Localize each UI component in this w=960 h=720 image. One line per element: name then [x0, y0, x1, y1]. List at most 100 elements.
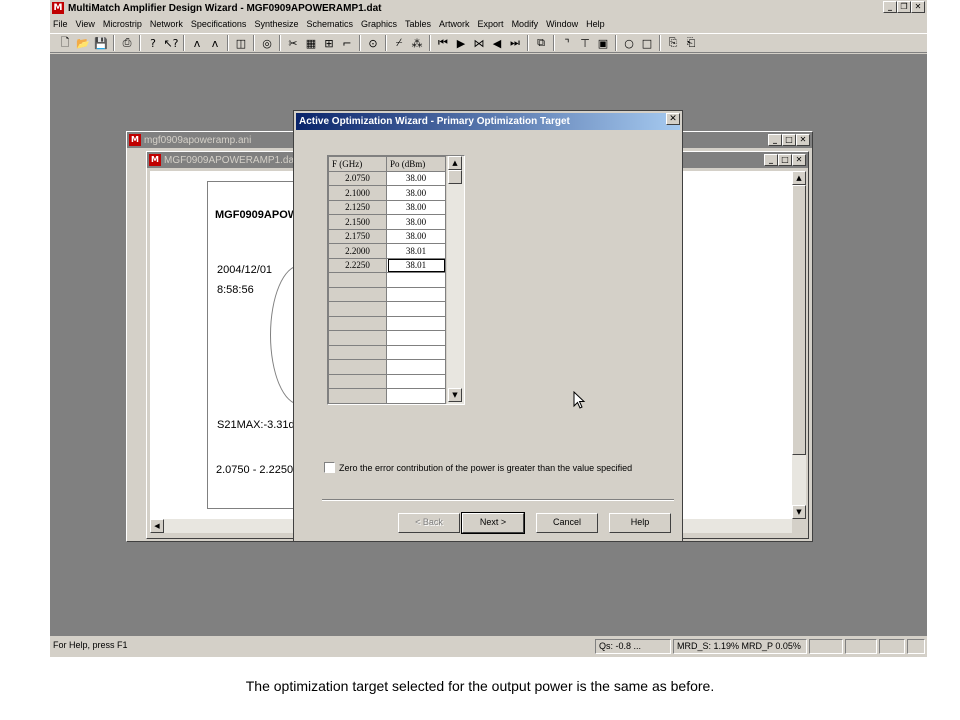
menu-schematics[interactable]: Schematics: [306, 19, 353, 29]
last-icon[interactable]: ⏭: [506, 35, 524, 51]
scroll-up-icon[interactable]: ▲: [792, 171, 806, 185]
power-cell[interactable]: 38.00: [386, 170, 446, 186]
power-cell[interactable]: [386, 301, 446, 317]
power-cell[interactable]: [386, 373, 446, 389]
export2-icon[interactable]: ⎗: [682, 35, 700, 51]
print-icon[interactable]: ⎙: [118, 35, 136, 51]
resize-grip-icon[interactable]: [907, 639, 925, 654]
menu-artwork[interactable]: Artwork: [439, 19, 470, 29]
power-cell-selected[interactable]: 38.01: [386, 257, 446, 273]
tool-scissors-icon[interactable]: ✂: [284, 35, 302, 51]
circle-icon[interactable]: ○: [620, 35, 638, 51]
tool-bend-icon[interactable]: ⌝: [558, 35, 576, 51]
menu-window[interactable]: Window: [546, 19, 578, 29]
back-button[interactable]: < Back: [398, 513, 460, 533]
scroll-thumb[interactable]: [448, 170, 462, 184]
tool-steps-icon[interactable]: ⌐: [338, 35, 356, 51]
scroll-left-icon[interactable]: ◀: [150, 519, 164, 533]
scroll-down-icon[interactable]: ▼: [448, 388, 462, 402]
column-header-frequency: F (GHz): [328, 156, 387, 172]
first-icon[interactable]: ⏮: [434, 35, 452, 51]
menu-graphics[interactable]: Graphics: [361, 19, 397, 29]
scroll-up-icon[interactable]: ▲: [448, 156, 462, 170]
tool-tee-icon[interactable]: ⊤: [576, 35, 594, 51]
menu-file[interactable]: File: [53, 19, 68, 29]
help-button[interactable]: Help: [609, 513, 671, 533]
slide-caption: The optimization target selected for the…: [245, 678, 715, 694]
close-button[interactable]: ✕: [911, 1, 925, 13]
help-icon[interactable]: ?: [144, 35, 162, 51]
menu-tables[interactable]: Tables: [405, 19, 431, 29]
mdi-title-ani: mgf0909apoweramp.ani: [144, 134, 252, 146]
close-button[interactable]: ✕: [796, 134, 810, 146]
cancel-button[interactable]: Cancel: [536, 513, 598, 533]
minimize-button[interactable]: _: [764, 154, 778, 166]
maximize-button[interactable]: □: [778, 154, 792, 166]
tool-target-icon[interactable]: ⊙: [364, 35, 382, 51]
zero-error-label: Zero the error contribution of the power…: [339, 462, 633, 473]
tool-net-icon[interactable]: ⁂: [408, 35, 426, 51]
power-cell[interactable]: 38.00: [386, 214, 446, 230]
tool-d-icon[interactable]: ◫: [232, 35, 250, 51]
scroll-thumb[interactable]: [792, 185, 806, 455]
bowtie-icon[interactable]: ⋈: [470, 35, 488, 51]
menu-help[interactable]: Help: [586, 19, 605, 29]
menu-specifications[interactable]: Specifications: [191, 19, 247, 29]
mdi-title-dat: MGF0909APOWERAMP1.dat: [164, 154, 297, 166]
tool-tree-icon[interactable]: ⊞: [320, 35, 338, 51]
zero-error-option[interactable]: Zero the error contribution of the power…: [324, 462, 632, 473]
power-cell[interactable]: [386, 272, 446, 288]
open-icon[interactable]: 📂: [74, 35, 92, 51]
power-cell[interactable]: [386, 359, 446, 375]
square-icon[interactable]: □: [638, 35, 656, 51]
tool-a1-icon[interactable]: ᴧ: [188, 35, 206, 51]
tool-probe-icon[interactable]: ⌿: [390, 35, 408, 51]
menu-network[interactable]: Network: [150, 19, 183, 29]
power-cell[interactable]: 38.00: [386, 185, 446, 201]
dialog-close-button[interactable]: ✕: [666, 113, 680, 125]
new-icon[interactable]: 🗋: [56, 35, 74, 51]
scroll-down-icon[interactable]: ▼: [792, 505, 806, 519]
prev-icon[interactable]: ◀: [488, 35, 506, 51]
tool-a2-icon[interactable]: ᴧ: [206, 35, 224, 51]
power-cell[interactable]: [386, 286, 446, 302]
export1-icon[interactable]: ⎘: [664, 35, 682, 51]
dialog-title-bar[interactable]: Active Optimization Wizard - Primary Opt…: [296, 113, 680, 130]
minimize-button[interactable]: _: [768, 134, 782, 146]
tool-circle-icon[interactable]: ◎: [258, 35, 276, 51]
grid-scrollbar[interactable]: ▲ ▼: [446, 156, 464, 404]
menu-microstrip[interactable]: Microstrip: [103, 19, 142, 29]
power-cell[interactable]: [386, 344, 446, 360]
power-cell[interactable]: 38.00: [386, 199, 446, 215]
optimization-target-grid[interactable]: F (GHz) Po (dBm) 2.0750 38.00 2.1000 38.00…: [327, 155, 465, 405]
frequency-cell: 2.1250: [328, 199, 387, 215]
vertical-scrollbar[interactable]: ▲ ▼: [792, 171, 806, 519]
power-cell[interactable]: [386, 330, 446, 346]
next-button[interactable]: Next >: [461, 512, 525, 534]
table-row: [328, 301, 446, 317]
frequency-cell: 2.1500: [328, 214, 387, 230]
power-cell[interactable]: [386, 388, 446, 404]
play-icon[interactable]: ▶: [452, 35, 470, 51]
menu-synthesize[interactable]: Synthesize: [254, 19, 298, 29]
tool-grid-icon[interactable]: ▦: [302, 35, 320, 51]
table-row: [328, 286, 446, 302]
tool-box-icon[interactable]: ▣: [594, 35, 612, 51]
table-header-row: F (GHz) Po (dBm): [328, 156, 446, 172]
power-cell[interactable]: 38.01: [386, 243, 446, 259]
menu-export[interactable]: Export: [478, 19, 504, 29]
save-icon[interactable]: 💾: [92, 35, 110, 51]
minimize-button[interactable]: _: [883, 1, 897, 13]
restore-button[interactable]: ❐: [897, 1, 911, 13]
menu-view[interactable]: View: [76, 19, 95, 29]
maximize-button[interactable]: □: [782, 134, 796, 146]
menu-modify[interactable]: Modify: [512, 19, 539, 29]
context-help-icon[interactable]: ↖?: [162, 35, 180, 51]
close-button[interactable]: ✕: [792, 154, 806, 166]
status-panel-empty: [845, 639, 877, 654]
zero-error-checkbox[interactable]: [324, 462, 335, 473]
power-cell[interactable]: 38.00: [386, 228, 446, 244]
dialog-separator: [322, 499, 674, 501]
power-cell[interactable]: [386, 315, 446, 331]
copy-icon[interactable]: ⧉: [532, 35, 550, 51]
